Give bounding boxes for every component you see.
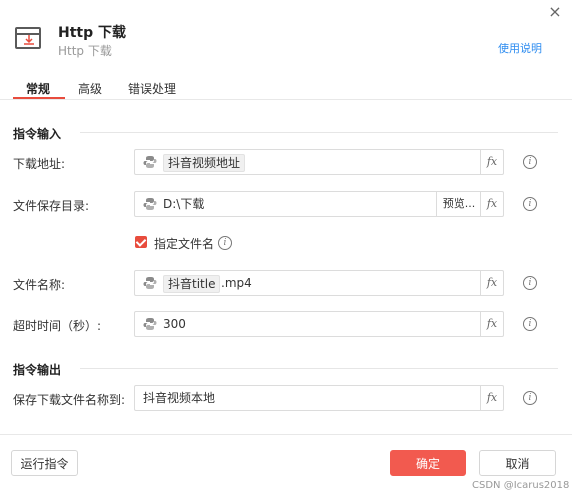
python-icon (143, 277, 157, 289)
specify-filename-label: 指定文件名 (154, 237, 215, 251)
cancel-button[interactable]: 取消 (479, 450, 556, 476)
fx-button[interactable]: fx (480, 192, 503, 216)
fx-button[interactable]: fx (480, 271, 503, 295)
save-to-field[interactable]: 抖音视频本地 fx (134, 385, 504, 411)
download-arrow-icon (24, 35, 34, 45)
tab-advanced[interactable]: 高级 (78, 80, 102, 97)
save-dir-value: D:\下载 (163, 197, 205, 211)
section-divider (80, 368, 558, 369)
help-link[interactable]: 使用说明 (498, 40, 542, 56)
timeout-field[interactable]: 300 fx (134, 311, 504, 337)
http-download-dialog: Http 下载 Http 下载 × 使用说明 常规 高级 错误处理 指令输入 下… (0, 0, 572, 497)
info-icon[interactable]: i (523, 155, 537, 169)
tab-error-handling[interactable]: 错误处理 (128, 80, 176, 97)
footer-divider (0, 434, 572, 435)
download-url-field[interactable]: 抖音视频地址 fx (134, 149, 504, 175)
dialog-title: Http 下载 (58, 25, 126, 41)
python-icon (143, 156, 157, 168)
section-title-input: 指令输入 (13, 127, 62, 141)
file-name-field[interactable]: 抖音title .mp4 fx (134, 270, 504, 296)
tab-divider (0, 99, 572, 100)
dialog-subtitle: Http 下载 (58, 44, 112, 58)
save-to-value: 抖音视频本地 (143, 391, 216, 405)
timeout-value: 300 (163, 317, 186, 331)
specify-filename-checkbox[interactable] (135, 236, 147, 248)
file-name-suffix: .mp4 (221, 276, 252, 290)
info-icon[interactable]: i (523, 276, 537, 290)
save-dir-label: 文件保存目录: (13, 199, 90, 213)
info-icon[interactable]: i (523, 391, 537, 405)
watermark: CSDN @Icarus2018 (472, 480, 570, 491)
info-icon[interactable]: i (523, 317, 537, 331)
confirm-button[interactable]: 确定 (390, 450, 466, 476)
info-icon[interactable]: i (218, 236, 232, 250)
file-name-label: 文件名称: (13, 278, 66, 292)
fx-button[interactable]: fx (480, 150, 503, 174)
save-dir-field[interactable]: D:\下载 预览... fx (134, 191, 504, 217)
fx-button[interactable]: fx (480, 386, 503, 410)
section-divider (80, 132, 558, 133)
download-url-label: 下载地址: (13, 157, 66, 171)
timeout-label: 超时时间（秒）: (13, 319, 102, 333)
python-icon (143, 318, 157, 330)
variable-tag[interactable]: 抖音title (163, 275, 221, 293)
info-icon[interactable]: i (523, 197, 537, 211)
save-to-label: 保存下载文件名称到: (13, 393, 126, 407)
section-title-output: 指令输出 (13, 363, 62, 377)
browse-button[interactable]: 预览... (436, 192, 481, 216)
tab-general[interactable]: 常规 (26, 80, 50, 97)
run-command-button[interactable]: 运行指令 (11, 450, 78, 476)
close-icon[interactable]: × (546, 3, 564, 21)
fx-button[interactable]: fx (480, 312, 503, 336)
variable-tag[interactable]: 抖音视频地址 (163, 154, 246, 172)
python-icon (143, 198, 157, 210)
download-window-icon (15, 27, 41, 49)
